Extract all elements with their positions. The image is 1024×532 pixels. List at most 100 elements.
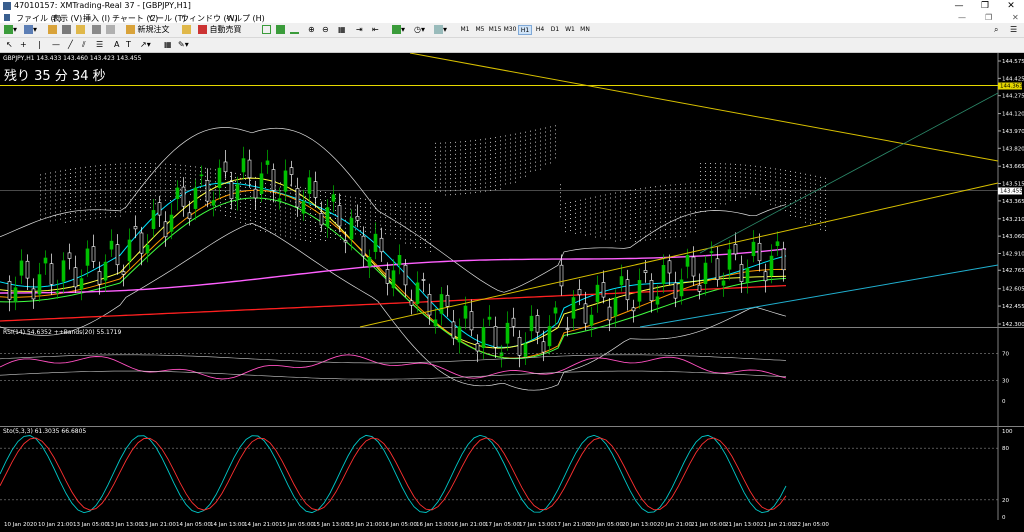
- ichimoku-cloud-dot: [140, 195, 141, 197]
- tf-m15[interactable]: M15: [488, 25, 502, 35]
- chart-shift-icon[interactable]: ⇥: [356, 25, 363, 35]
- ichimoku-cloud-dot: [750, 181, 751, 183]
- ichimoku-cloud-dot: [395, 213, 396, 215]
- ichimoku-cloud-dot: [265, 231, 266, 233]
- ichimoku-cloud-dot: [450, 146, 451, 148]
- vertical-line-icon[interactable]: |: [38, 40, 41, 50]
- indicators-icon[interactable]: ▾: [392, 25, 405, 35]
- tf-m1[interactable]: M1: [458, 25, 472, 35]
- grid-icon[interactable]: ▦: [164, 40, 172, 50]
- ichimoku-cloud-dot: [370, 223, 371, 225]
- mdi-close-icon[interactable]: ✕: [1012, 13, 1019, 22]
- zoom-in-icon[interactable]: ⊕: [308, 25, 315, 35]
- ichimoku-cloud-dot: [360, 226, 361, 228]
- tf-d1[interactable]: D1: [548, 25, 562, 35]
- ichimoku-cloud-dot: [380, 220, 381, 222]
- tf-h4[interactable]: H4: [533, 25, 547, 35]
- text-label-icon[interactable]: T: [126, 40, 131, 50]
- current-price-label: 143.455: [1000, 188, 1023, 194]
- ichimoku-cloud-dot: [575, 200, 576, 202]
- fibonacci-icon[interactable]: ☰: [96, 40, 103, 50]
- ichimoku-cloud-dot: [550, 146, 551, 148]
- arrows-icon[interactable]: ↗▾: [140, 40, 151, 50]
- candle-chart-icon[interactable]: [276, 25, 285, 35]
- tile-windows-icon[interactable]: ▦: [338, 25, 346, 35]
- new-chart-icon[interactable]: ▾: [4, 25, 17, 35]
- crosshair-icon[interactable]: +: [20, 40, 27, 50]
- templates-icon[interactable]: ▾: [434, 25, 447, 35]
- ichimoku-cloud-dot: [75, 200, 76, 202]
- new-order-button[interactable]: 新規注文: [126, 25, 170, 35]
- tf-h1[interactable]: H1: [518, 25, 532, 35]
- line-chart-icon[interactable]: [290, 25, 299, 35]
- draw-tools-menu-icon[interactable]: ✎▾: [178, 40, 189, 50]
- auto-trade-button[interactable]: 自動売買: [198, 25, 242, 35]
- profiles-icon[interactable]: ▾: [24, 25, 37, 35]
- ichimoku-cloud-dot: [255, 216, 256, 218]
- ichimoku-cloud-dot: [635, 225, 636, 227]
- mdi-minimize-icon[interactable]: —: [958, 13, 966, 22]
- horizontal-line-icon[interactable]: —: [52, 40, 60, 50]
- ichimoku-cloud-dot: [510, 138, 511, 140]
- ichimoku-cloud-dot: [455, 157, 456, 159]
- ichimoku-cloud-dot: [455, 181, 456, 183]
- metaeditor-icon[interactable]: [182, 25, 191, 35]
- ichimoku-cloud-dot: [175, 184, 176, 186]
- periods-icon[interactable]: ◷▾: [414, 25, 425, 35]
- cursor-icon[interactable]: ↖: [6, 40, 13, 50]
- ichimoku-cloud-dot: [115, 175, 116, 177]
- tf-m30[interactable]: M30: [503, 25, 517, 35]
- strategy-tester-icon[interactable]: [106, 25, 115, 35]
- chart-canvas[interactable]: 144.575144.425144.275144.120143.970143.8…: [0, 52, 1024, 521]
- minimize-button[interactable]: —: [946, 0, 972, 12]
- ichimoku-cloud-dot: [100, 189, 101, 191]
- text-icon[interactable]: A: [114, 40, 119, 50]
- navigator-icon[interactable]: [76, 25, 85, 35]
- ichimoku-cloud-dot: [295, 225, 296, 227]
- mdi-restore-icon[interactable]: ❐: [985, 13, 992, 22]
- candle-body: [661, 265, 666, 284]
- candle-body: [241, 158, 246, 173]
- ichimoku-cloud-dot: [480, 151, 481, 153]
- bar-chart-icon[interactable]: [262, 25, 271, 35]
- ichimoku-cloud-dot: [380, 200, 381, 202]
- ichimoku-cloud-dot: [360, 214, 361, 216]
- ichimoku-cloud-dot: [335, 205, 336, 207]
- new-order-label: 新規注文: [137, 25, 170, 34]
- ichimoku-cloud-dot: [625, 222, 626, 224]
- ichimoku-cloud-dot: [110, 216, 111, 218]
- ichimoku-cloud-dot: [120, 191, 121, 193]
- ichimoku-cloud-dot: [480, 179, 481, 181]
- ichimoku-cloud-dot: [565, 211, 566, 213]
- autoscroll-icon[interactable]: ⇤: [372, 25, 379, 35]
- ichimoku-cloud-dot: [45, 181, 46, 183]
- ichimoku-cloud-dot: [825, 189, 826, 191]
- equidistant-channel-icon[interactable]: ⫽: [82, 40, 86, 50]
- ichimoku-cloud-dot: [740, 180, 741, 182]
- trendline-icon[interactable]: ╱: [68, 40, 73, 50]
- zoom-out-icon[interactable]: ⊖: [322, 25, 329, 35]
- ichimoku-cloud-dot: [810, 190, 811, 192]
- close-button[interactable]: ✕: [998, 0, 1024, 12]
- tf-m5[interactable]: M5: [473, 25, 487, 35]
- terminal-icon[interactable]: [92, 25, 101, 35]
- data-window-icon[interactable]: [62, 25, 71, 35]
- ichimoku-cloud-dot: [170, 188, 171, 190]
- tf-mn[interactable]: MN: [578, 25, 592, 35]
- ichimoku-cloud-dot: [150, 183, 151, 185]
- search-icon[interactable]: ⌕: [994, 25, 998, 35]
- ichimoku-cloud-dot: [100, 165, 101, 167]
- candle-body: [619, 276, 624, 286]
- ichimoku-cloud-dot: [715, 163, 716, 165]
- chart-area[interactable]: 144.575 144.425 144.275 144.120 143.970 143.8…: [0, 52, 1024, 521]
- ichimoku-cloud-dot: [85, 214, 86, 216]
- ichimoku-cloud-dot: [765, 179, 766, 181]
- candle-body: [553, 307, 558, 314]
- market-watch-icon[interactable]: [48, 25, 57, 35]
- tf-w1[interactable]: W1: [563, 25, 577, 35]
- restore-button[interactable]: ❐: [972, 0, 998, 12]
- chat-icon[interactable]: ☰: [1010, 25, 1017, 35]
- ichimoku-cloud-dot: [290, 232, 291, 234]
- ichimoku-cloud-dot: [520, 152, 521, 154]
- ichimoku-cloud-dot: [550, 130, 551, 132]
